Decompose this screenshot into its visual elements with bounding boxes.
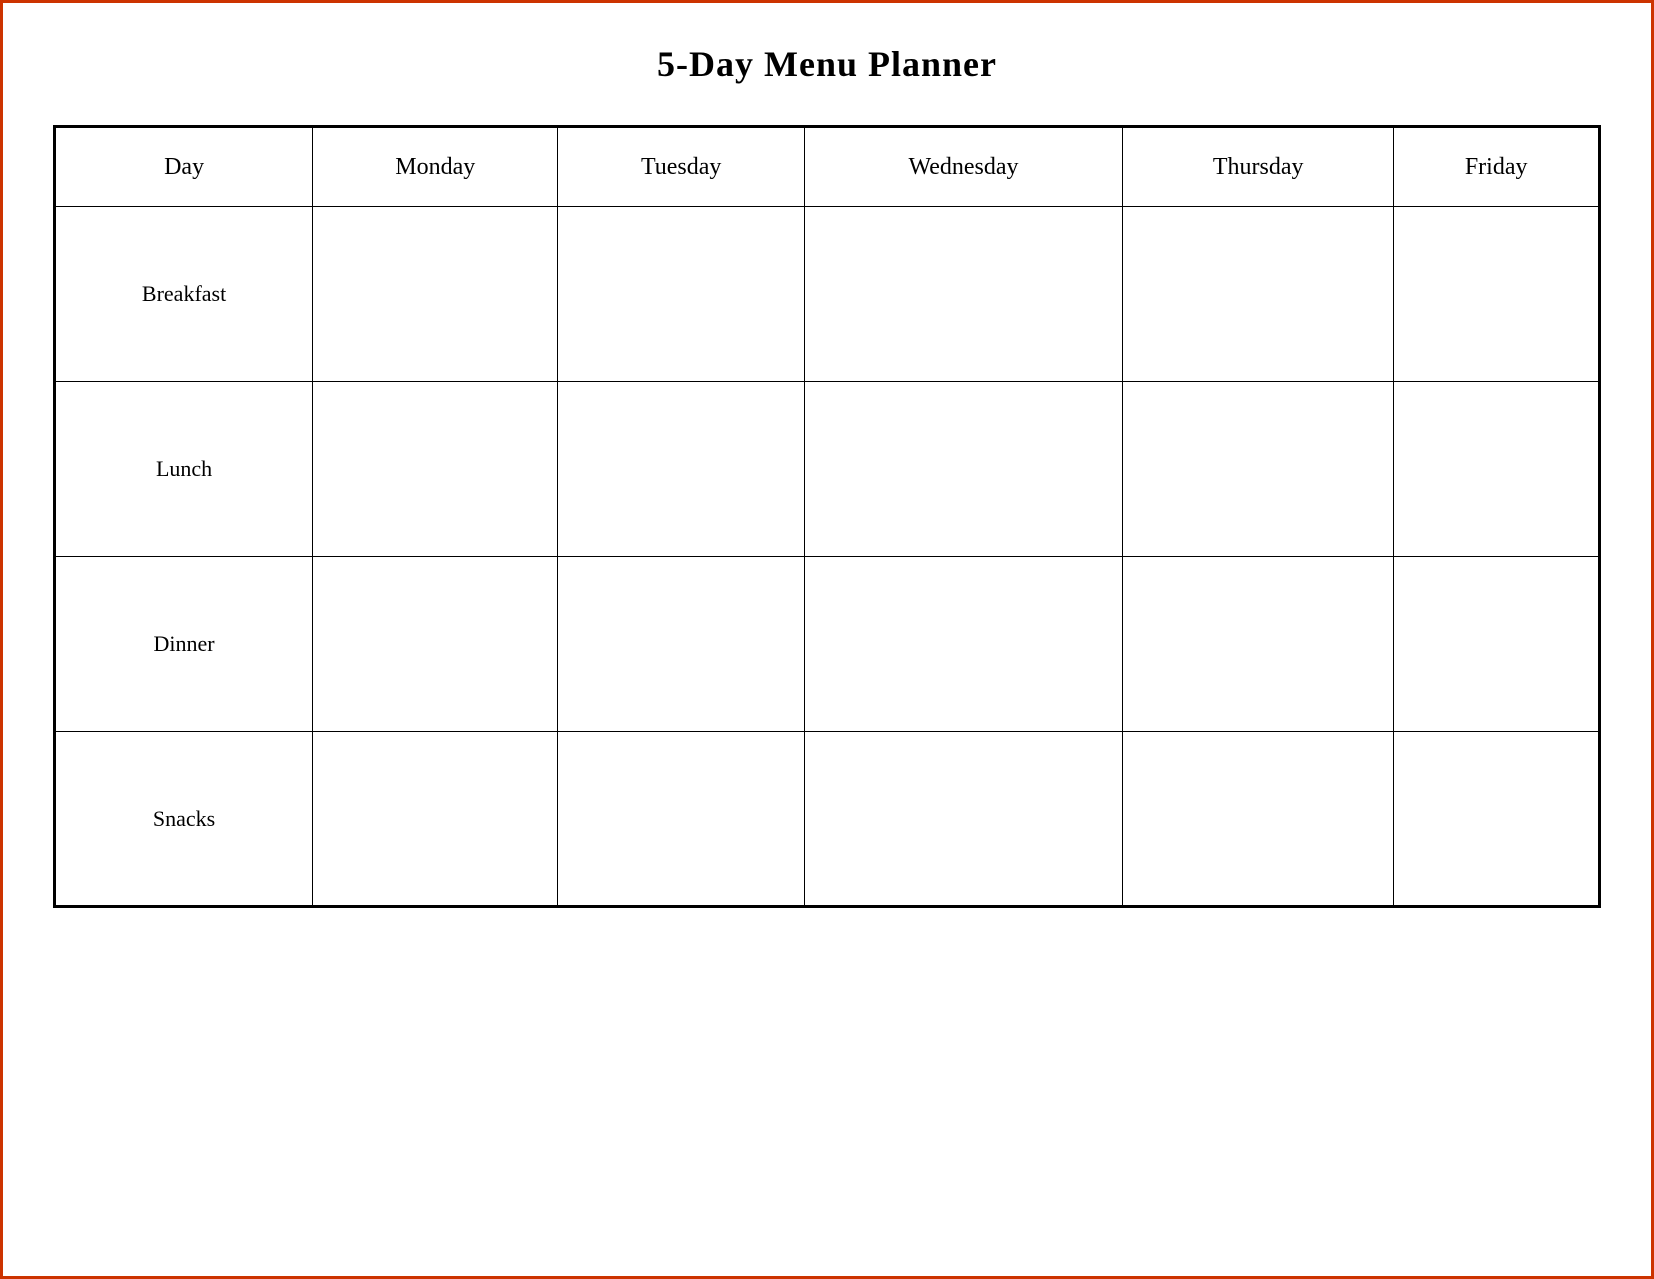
meal-cell-snacks-0[interactable] (313, 732, 558, 907)
meal-cell-dinner-0[interactable] (313, 557, 558, 732)
meal-row-breakfast: Breakfast (55, 207, 1600, 382)
meal-cell-lunch-2[interactable] (804, 382, 1122, 557)
meal-cell-snacks-2[interactable] (804, 732, 1122, 907)
col-tuesday: Tuesday (558, 127, 804, 207)
meal-row-snacks: Snacks (55, 732, 1600, 907)
col-thursday: Thursday (1123, 127, 1394, 207)
meal-cell-lunch-3[interactable] (1123, 382, 1394, 557)
meal-row-dinner: Dinner (55, 557, 1600, 732)
meal-cell-snacks-3[interactable] (1123, 732, 1394, 907)
meal-row-lunch: Lunch (55, 382, 1600, 557)
planner-table: Day Monday Tuesday Wednesday Thursday Fr… (53, 125, 1601, 908)
header-row: Day Monday Tuesday Wednesday Thursday Fr… (55, 127, 1600, 207)
meal-cell-breakfast-0[interactable] (313, 207, 558, 382)
meal-label-snacks: Snacks (55, 732, 313, 907)
col-monday: Monday (313, 127, 558, 207)
meal-cell-dinner-1[interactable] (558, 557, 804, 732)
col-friday: Friday (1394, 127, 1600, 207)
meal-label-lunch: Lunch (55, 382, 313, 557)
meal-cell-lunch-4[interactable] (1394, 382, 1600, 557)
meal-cell-lunch-0[interactable] (313, 382, 558, 557)
meal-cell-snacks-4[interactable] (1394, 732, 1600, 907)
meal-cell-breakfast-3[interactable] (1123, 207, 1394, 382)
col-day: Day (55, 127, 313, 207)
meal-label-breakfast: Breakfast (55, 207, 313, 382)
meal-cell-breakfast-4[interactable] (1394, 207, 1600, 382)
meal-cell-breakfast-2[interactable] (804, 207, 1122, 382)
meal-cell-breakfast-1[interactable] (558, 207, 804, 382)
meal-cell-dinner-3[interactable] (1123, 557, 1394, 732)
col-wednesday: Wednesday (804, 127, 1122, 207)
page-title: 5-Day Menu Planner (657, 43, 997, 85)
meal-cell-snacks-1[interactable] (558, 732, 804, 907)
meal-label-dinner: Dinner (55, 557, 313, 732)
meal-cell-lunch-1[interactable] (558, 382, 804, 557)
meal-cell-dinner-4[interactable] (1394, 557, 1600, 732)
meal-cell-dinner-2[interactable] (804, 557, 1122, 732)
